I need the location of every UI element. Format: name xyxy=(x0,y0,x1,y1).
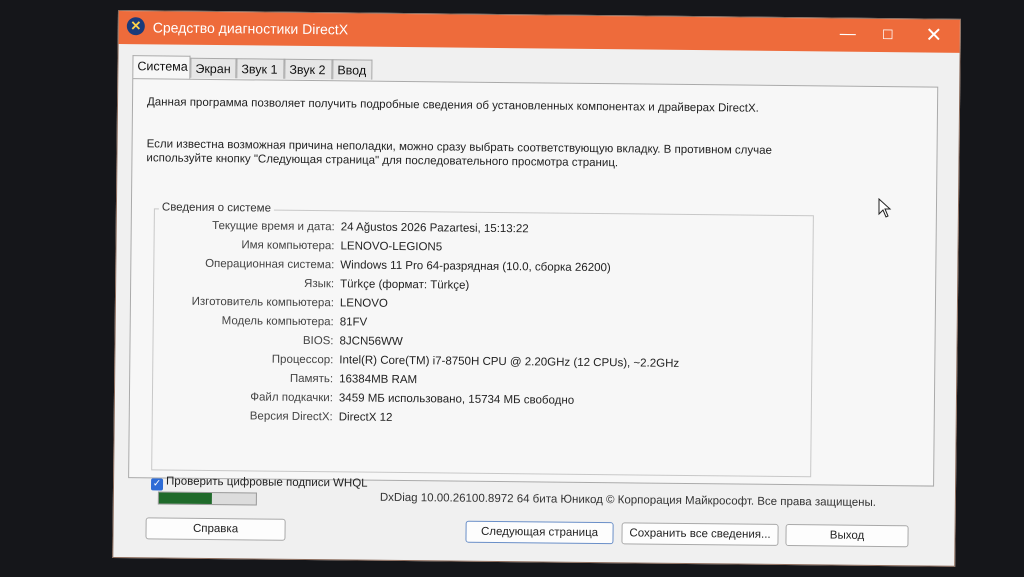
info-label: Имя компьютера: xyxy=(241,239,335,253)
info-value: 3459 МБ использовано, 15734 МБ свободно xyxy=(338,392,575,407)
save-all-info-button[interactable]: Сохранить все сведения... xyxy=(621,522,779,546)
title-bar[interactable]: ✕ Средство диагностики DirectX — ☐ ✕ xyxy=(118,11,960,53)
info-label: BIOS: xyxy=(302,334,334,348)
info-label: Язык: xyxy=(304,277,335,291)
close-button[interactable]: ✕ xyxy=(916,23,952,47)
info-value: LENOVO-LEGION5 xyxy=(340,240,443,254)
info-value: Türkçe (формат: Türkçe) xyxy=(340,278,470,292)
copyright-text: DxDiag 10.00.26100.8972 64 бита Юникод ©… xyxy=(379,491,877,509)
maximize-button[interactable]: ☐ xyxy=(870,23,906,47)
progress-bar xyxy=(157,491,257,506)
info-value: DirectX 12 xyxy=(338,411,393,424)
tab-display[interactable]: Экран xyxy=(190,57,237,79)
info-value: Windows 11 Pro 64-разрядная (10.0, сборк… xyxy=(340,259,611,275)
directx-app-icon: ✕ xyxy=(126,17,145,36)
info-label: Память: xyxy=(289,372,334,386)
tab-system[interactable]: Система xyxy=(132,55,191,80)
info-label: Модель компьютера: xyxy=(221,315,334,329)
info-value: 16384MB RAM xyxy=(339,373,418,387)
info-label: Текущие время и дата: xyxy=(212,219,335,234)
system-info-group-title: Сведения о системе xyxy=(158,201,275,215)
intro-text: Данная программа позволяет получить подр… xyxy=(146,96,759,115)
tab-sound-2[interactable]: Звук 2 xyxy=(284,58,333,80)
whql-checkbox-row[interactable]: ✓ Проверить цифровые подписи WHQL xyxy=(150,475,368,492)
help-button[interactable]: Справка xyxy=(145,517,286,541)
info-value: 81FV xyxy=(339,316,368,329)
info-label: Файл подкачки: xyxy=(250,391,334,405)
tab-sound-1[interactable]: Звук 1 xyxy=(236,58,285,79)
info-value: 8JCN56WW xyxy=(339,335,403,349)
exit-button[interactable]: Выход xyxy=(785,524,909,548)
info-label: Процессор: xyxy=(271,353,334,367)
next-page-button[interactable]: Следующая страница xyxy=(465,520,614,545)
tab-input[interactable]: Ввод xyxy=(332,59,373,80)
dxdiag-window: ✕ Средство диагностики DirectX — ☐ ✕ Сис… xyxy=(112,10,961,567)
mouse-pointer-icon xyxy=(878,198,892,218)
info-value: LENOVO xyxy=(339,297,388,310)
system-tab-panel: Данная программа позволяет получить подр… xyxy=(128,78,939,491)
info-label: Версия DirectX: xyxy=(249,410,333,424)
minimize-button[interactable]: — xyxy=(830,22,866,46)
info-label: Операционная система: xyxy=(205,257,335,272)
whql-checkbox[interactable]: ✓ xyxy=(150,478,164,491)
info-value: 24 Ağustos 2026 Pazartesi, 15:13:22 xyxy=(340,221,529,236)
progress-bar-fill xyxy=(158,492,213,505)
window-title: Средство диагностики DirectX xyxy=(152,19,349,38)
info-value: Intel(R) Core(TM) i7-8750H CPU @ 2.20GHz… xyxy=(339,354,680,370)
info-label: Изготовитель компьютера: xyxy=(191,295,335,310)
whql-label: Проверить цифровые подписи WHQL xyxy=(166,475,368,490)
intro-hint-text: Если известна возможная причина неполадк… xyxy=(146,138,773,170)
system-info-group: Сведения о системе Текущие время и дата:… xyxy=(151,201,814,478)
